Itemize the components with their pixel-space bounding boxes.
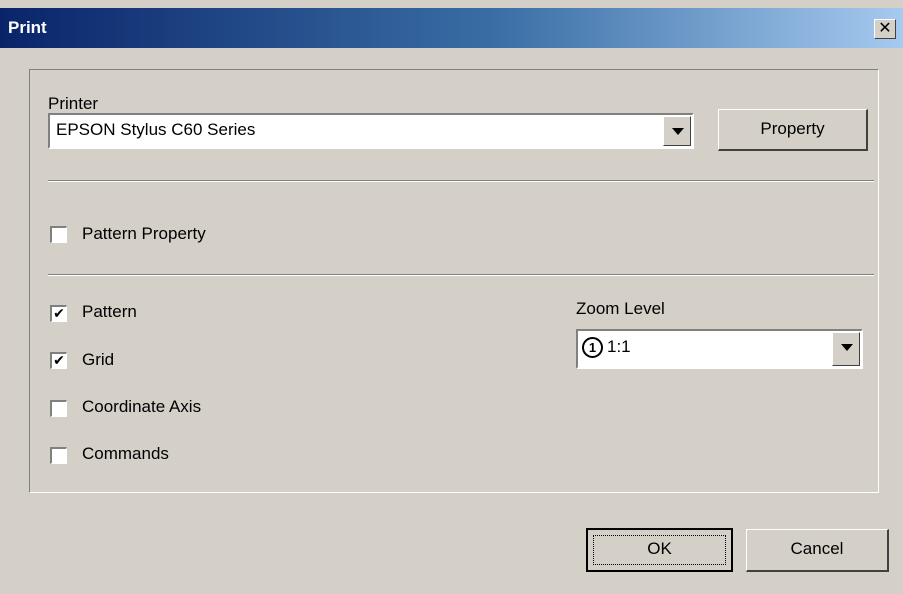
pattern-property-label: Pattern Property [82, 224, 206, 243]
commands-label: Commands [82, 444, 169, 463]
chevron-down-icon[interactable] [663, 116, 691, 146]
printer-select[interactable]: EPSON Stylus C60 Series [48, 113, 694, 149]
title-bar: Print ✕ [0, 8, 903, 48]
circled-one-icon: 1 [582, 337, 603, 359]
ok-button[interactable]: OK [586, 528, 733, 572]
cancel-button[interactable]: Cancel [746, 529, 889, 572]
zoom-value-text: 1:1 [607, 337, 631, 356]
focus-rectangle [593, 535, 726, 565]
printer-label: Printer [48, 94, 99, 113]
separator [48, 274, 874, 276]
pattern-label: Pattern [82, 302, 137, 321]
printer-selected-value: EPSON Stylus C60 Series [56, 120, 256, 139]
window-title: Print [8, 18, 47, 37]
pattern-checkbox[interactable]: ✔ [50, 305, 67, 322]
coordinate-axis-checkbox[interactable] [50, 400, 67, 417]
zoom-level-label: Zoom Level [576, 299, 665, 318]
zoom-level-select[interactable]: 1 1:1 [576, 329, 863, 369]
zoom-selected-value: 1 1:1 [582, 337, 631, 359]
grid-label: Grid [82, 350, 115, 369]
property-button-label: Property [760, 119, 825, 138]
separator [48, 180, 874, 182]
property-button[interactable]: Property [718, 109, 868, 151]
close-icon: ✕ [878, 20, 892, 37]
cancel-button-label: Cancel [790, 539, 844, 558]
chevron-down-icon[interactable] [832, 332, 860, 366]
pattern-property-checkbox[interactable] [50, 226, 67, 243]
commands-checkbox[interactable] [50, 447, 67, 464]
close-button[interactable]: ✕ [874, 19, 896, 39]
coordinate-axis-label: Coordinate Axis [82, 397, 202, 416]
grid-checkbox[interactable]: ✔ [50, 352, 67, 369]
